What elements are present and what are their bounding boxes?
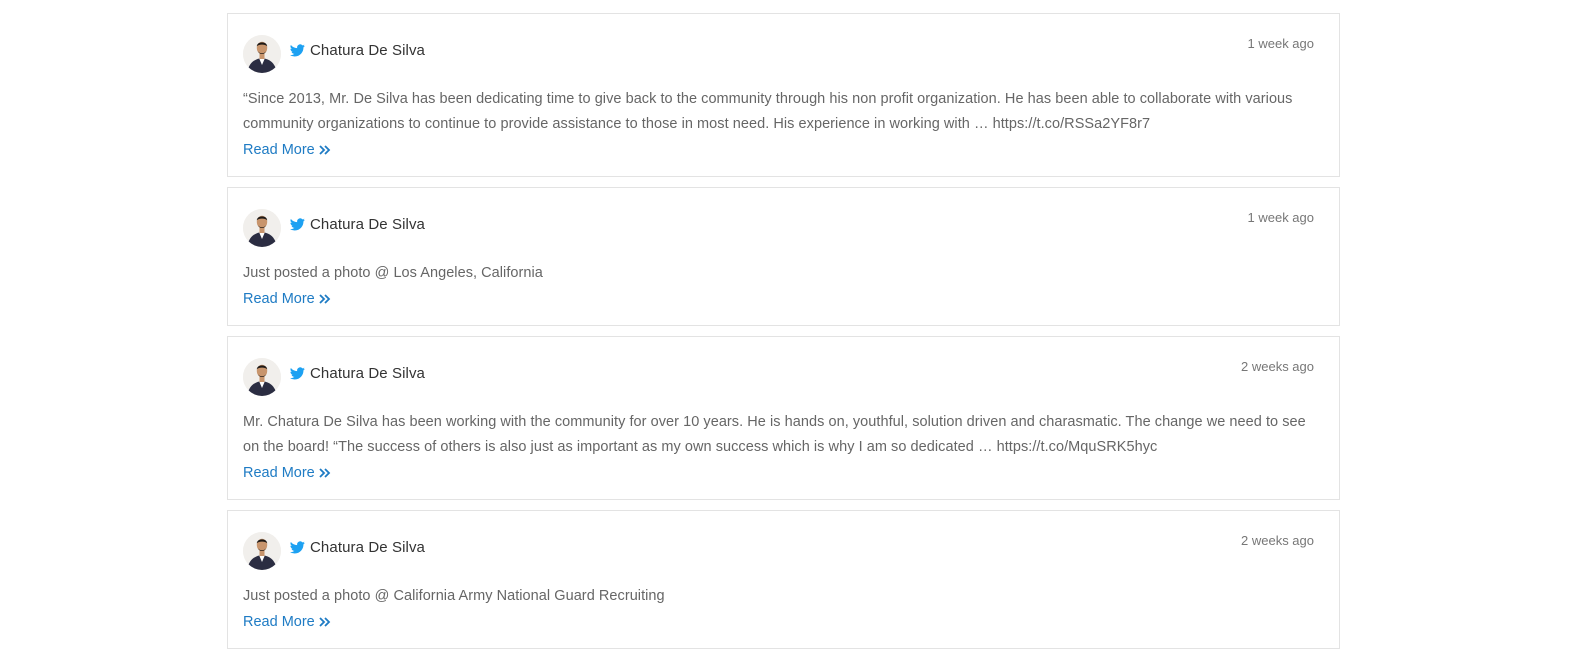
tweet-feed: Chatura De Silva 1 week ago “Since 2013,… — [227, 13, 1340, 659]
avatar[interactable] — [243, 532, 281, 570]
read-more-label: Read More — [243, 465, 315, 481]
tweet-header: Chatura De Silva — [243, 357, 1324, 397]
tweet-header: Chatura De Silva — [243, 34, 1324, 74]
tweet-text: Just posted a photo @ California Army Na… — [243, 588, 665, 604]
avatar[interactable] — [243, 209, 281, 247]
read-more-label: Read More — [243, 291, 315, 307]
double-chevron-right-icon — [319, 145, 331, 155]
post-timestamp: 1 week ago — [1247, 210, 1315, 225]
read-more-label: Read More — [243, 614, 315, 630]
double-chevron-right-icon — [319, 294, 331, 304]
author-name[interactable]: Chatura De Silva — [310, 365, 425, 382]
read-more-link[interactable]: Read More — [243, 614, 331, 630]
read-more-label: Read More — [243, 142, 315, 158]
author-name[interactable]: Chatura De Silva — [310, 539, 425, 556]
tweet-card: Chatura De Silva 1 week ago “Since 2013,… — [227, 13, 1340, 177]
twitter-icon — [290, 366, 305, 379]
twitter-icon — [290, 43, 305, 56]
post-timestamp: 2 weeks ago — [1241, 533, 1314, 548]
tweet-card: Chatura De Silva 2 weeks ago Just posted… — [227, 510, 1340, 649]
avatar[interactable] — [243, 35, 281, 73]
tweet-header: Chatura De Silva — [243, 531, 1324, 571]
tweet-text: Mr. Chatura De Silva has been working wi… — [243, 414, 1306, 455]
author-name[interactable]: Chatura De Silva — [310, 216, 425, 233]
tweet-text: Just posted a photo @ Los Angeles, Calif… — [243, 265, 543, 281]
avatar[interactable] — [243, 358, 281, 396]
read-more-link[interactable]: Read More — [243, 465, 331, 481]
read-more-link[interactable]: Read More — [243, 142, 331, 158]
twitter-icon — [290, 217, 305, 230]
double-chevron-right-icon — [319, 617, 331, 627]
author-name[interactable]: Chatura De Silva — [310, 42, 425, 59]
tweet-card: Chatura De Silva 2 weeks ago Mr. Chatura… — [227, 336, 1340, 500]
tweet-text: “Since 2013, Mr. De Silva has been dedic… — [243, 91, 1293, 132]
tweet-header: Chatura De Silva — [243, 208, 1324, 248]
read-more-link[interactable]: Read More — [243, 291, 331, 307]
tweet-card: Chatura De Silva 1 week ago Just posted … — [227, 187, 1340, 326]
post-timestamp: 1 week ago — [1247, 36, 1315, 51]
double-chevron-right-icon — [319, 468, 331, 478]
post-timestamp: 2 weeks ago — [1241, 359, 1314, 374]
twitter-icon — [290, 540, 305, 553]
